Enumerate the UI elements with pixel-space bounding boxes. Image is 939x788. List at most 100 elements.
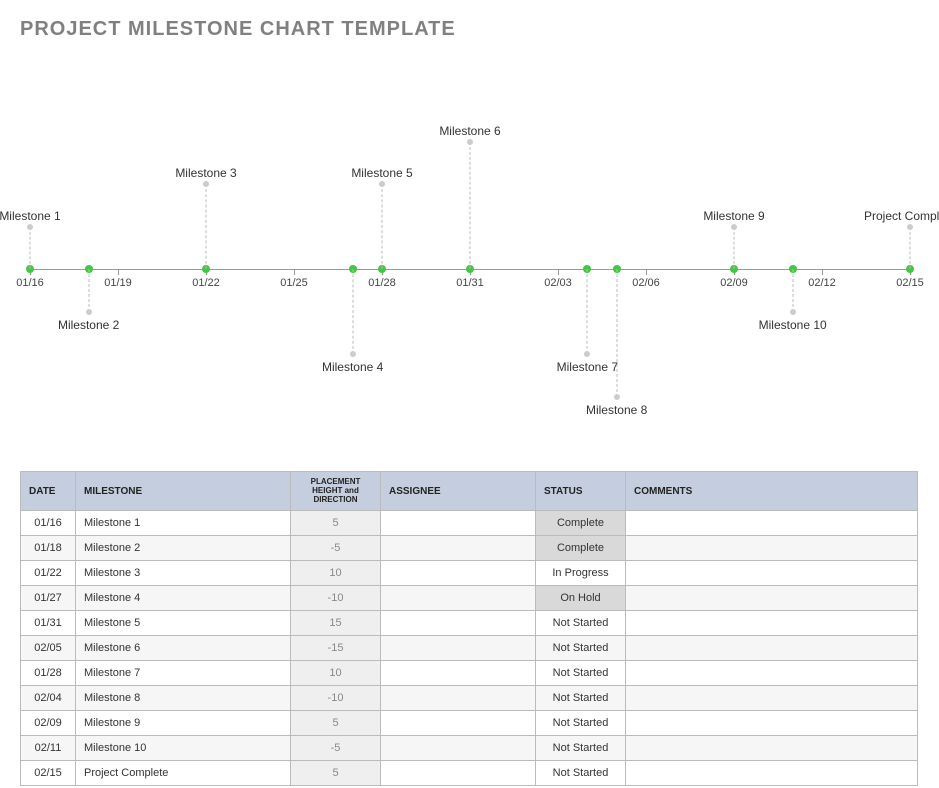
- table-row: 02/04Milestone 8-10Not Started: [21, 686, 918, 711]
- table-cell: 5: [291, 511, 381, 536]
- milestone-label: Milestone 6: [439, 124, 500, 138]
- chart-tick: [646, 269, 647, 275]
- milestone-end-dot: [379, 181, 385, 187]
- milestone-leader: [587, 269, 588, 354]
- table-cell: [626, 536, 918, 561]
- table-cell: Milestone 8: [76, 686, 291, 711]
- table-cell: 01/28: [21, 661, 76, 686]
- table-cell: Milestone 2: [76, 536, 291, 561]
- table-cell: 5: [291, 711, 381, 736]
- table-cell: 02/11: [21, 736, 76, 761]
- milestone-end-dot: [731, 224, 737, 230]
- milestone-table: DATE MILESTONE PLACEMENT HEIGHT and DIRE…: [20, 471, 918, 786]
- milestone-label: Project Complete: [864, 209, 939, 223]
- table-cell: Not Started: [536, 636, 626, 661]
- chart-tick: [294, 269, 295, 275]
- milestone-label: Milestone 10: [759, 318, 827, 332]
- table-cell: In Progress: [536, 561, 626, 586]
- table-cell: -10: [291, 586, 381, 611]
- table-cell: Complete: [536, 536, 626, 561]
- chart-tick-label: 01/19: [104, 277, 132, 289]
- milestone-leader: [734, 227, 735, 270]
- chart-tick-label: 02/06: [632, 277, 660, 289]
- chart-tick-label: 01/16: [16, 277, 44, 289]
- table-cell: 01/16: [21, 511, 76, 536]
- table-cell: 02/05: [21, 636, 76, 661]
- table-row: 02/11Milestone 10-5Not Started: [21, 736, 918, 761]
- table-cell: 02/15: [21, 761, 76, 786]
- chart-tick-label: 01/25: [280, 277, 308, 289]
- table-cell: [381, 561, 536, 586]
- milestone-label: Milestone 9: [703, 209, 764, 223]
- col-assignee: ASSIGNEE: [381, 472, 536, 511]
- table-cell: On Hold: [536, 586, 626, 611]
- chart-tick-label: 02/12: [808, 277, 836, 289]
- table-cell: Not Started: [536, 736, 626, 761]
- table-cell: Not Started: [536, 661, 626, 686]
- chart-tick-label: 01/31: [456, 277, 484, 289]
- table-cell: Milestone 1: [76, 511, 291, 536]
- table-cell: Not Started: [536, 711, 626, 736]
- milestone-leader: [382, 184, 383, 269]
- table-row: 01/27Milestone 4-10 On Hold: [21, 586, 918, 611]
- chart-tick: [558, 269, 559, 275]
- chart-tick: [118, 269, 119, 275]
- milestone-end-dot: [584, 351, 590, 357]
- table-cell: Milestone 9: [76, 711, 291, 736]
- table-cell: [626, 511, 918, 536]
- table-cell: [381, 511, 536, 536]
- col-placement: PLACEMENT HEIGHT and DIRECTION: [291, 472, 381, 511]
- table-cell: [381, 611, 536, 636]
- table-cell: Project Complete: [76, 761, 291, 786]
- table-cell: 02/09: [21, 711, 76, 736]
- milestone-label: Milestone 5: [351, 166, 412, 180]
- table-cell: [626, 586, 918, 611]
- table-cell: Milestone 4: [76, 586, 291, 611]
- table-cell: -10: [291, 686, 381, 711]
- milestone-label: Milestone 4: [322, 360, 383, 374]
- chart-tick-label: 01/22: [192, 277, 220, 289]
- table-row: 02/05Milestone 6-15Not Started: [21, 636, 918, 661]
- page-title: PROJECT MILESTONE CHART TEMPLATE: [20, 18, 919, 41]
- table-body: 01/16Milestone 15Complete01/18Milestone …: [21, 511, 918, 786]
- table-cell: Milestone 7: [76, 661, 291, 686]
- milestone-end-dot: [350, 351, 356, 357]
- table-cell: -15: [291, 636, 381, 661]
- table-cell: Milestone 5: [76, 611, 291, 636]
- table-cell: [626, 611, 918, 636]
- table-cell: Complete: [536, 511, 626, 536]
- table-cell: [381, 761, 536, 786]
- table-cell: 01/27: [21, 586, 76, 611]
- milestone-label: Milestone 2: [58, 318, 119, 332]
- table-cell: 01/18: [21, 536, 76, 561]
- table-cell: -5: [291, 736, 381, 761]
- table-row: 02/15Project Complete5Not Started: [21, 761, 918, 786]
- col-comments: COMMENTS: [626, 472, 918, 511]
- milestone-label: Milestone 3: [175, 166, 236, 180]
- chart-tick-label: 02/03: [544, 277, 572, 289]
- col-date: DATE: [21, 472, 76, 511]
- table-row: 01/31Milestone 515Not Started: [21, 611, 918, 636]
- milestone-leader: [88, 269, 89, 312]
- table-cell: [626, 686, 918, 711]
- chart-tick: [822, 269, 823, 275]
- table-cell: [381, 661, 536, 686]
- table-cell: [626, 661, 918, 686]
- milestone-leader: [30, 227, 31, 270]
- milestone-label: Milestone 8: [586, 403, 647, 417]
- table-cell: [626, 736, 918, 761]
- col-milestone: MILESTONE: [76, 472, 291, 511]
- table-cell: Not Started: [536, 611, 626, 636]
- milestone-table-wrap: DATE MILESTONE PLACEMENT HEIGHT and DIRE…: [20, 471, 919, 786]
- table-cell: [626, 761, 918, 786]
- milestone-leader: [910, 227, 911, 270]
- chart-tick-label: 02/09: [720, 277, 748, 289]
- table-cell: 01/31: [21, 611, 76, 636]
- table-cell: [381, 536, 536, 561]
- milestone-leader: [206, 184, 207, 269]
- table-cell: 5: [291, 761, 381, 786]
- table-cell: [626, 711, 918, 736]
- table-cell: [381, 686, 536, 711]
- table-cell: [381, 736, 536, 761]
- milestone-end-dot: [467, 139, 473, 145]
